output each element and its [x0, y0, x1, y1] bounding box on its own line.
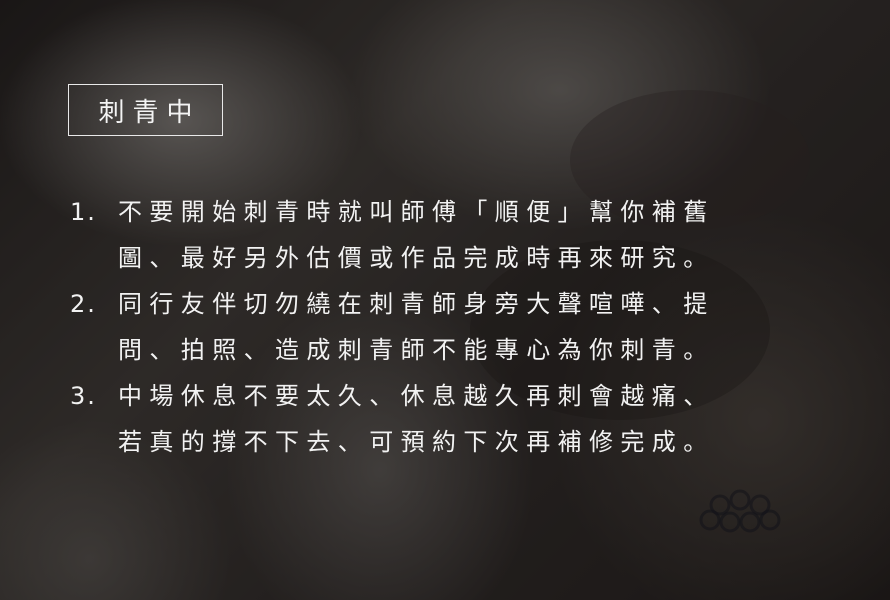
list-item: 2. 同行友伴切勿繞在刺青師身旁大聲喧嘩、提 問、拍照、造成刺青師不能專心為你刺… — [70, 281, 870, 373]
item-line: 若真的撐不下去、可預約下次再補修完成。 — [118, 428, 715, 456]
item-text: 同行友伴切勿繞在刺青師身旁大聲喧嘩、提 問、拍照、造成刺青師不能專心為你刺青。 — [118, 281, 870, 373]
item-text: 不要開始刺青時就叫師傅「順便」幫你補舊 圖、最好另外估價或作品完成時再來研究。 — [118, 189, 870, 281]
tips-list: 1. 不要開始刺青時就叫師傅「順便」幫你補舊 圖、最好另外估價或作品完成時再來研… — [70, 189, 870, 465]
item-line: 同行友伴切勿繞在刺青師身旁大聲喧嘩、提 — [118, 290, 715, 318]
item-number: 2. — [70, 290, 97, 318]
item-line: 問、拍照、造成刺青師不能專心為你刺青。 — [118, 336, 715, 364]
item-text: 中場休息不要太久、休息越久再刺會越痛、 若真的撐不下去、可預約下次再補修完成。 — [118, 373, 870, 465]
tag-label: 刺青中 — [98, 97, 201, 128]
item-number: 3. — [70, 382, 97, 410]
section-tag: 刺青中 — [68, 84, 223, 136]
list-item: 1. 不要開始刺青時就叫師傅「順便」幫你補舊 圖、最好另外估價或作品完成時再來研… — [70, 189, 870, 281]
item-line: 圖、最好另外估價或作品完成時再來研究。 — [118, 244, 715, 272]
list-item: 3. 中場休息不要太久、休息越久再刺會越痛、 若真的撐不下去、可預約下次再補修完… — [70, 373, 870, 465]
tattoo-photo-background: 刺青中 1. 不要開始刺青時就叫師傅「順便」幫你補舊 圖、最好另外估價或作品完成… — [0, 0, 890, 600]
item-line: 中場休息不要太久、休息越久再刺會越痛、 — [118, 382, 715, 410]
item-line: 不要開始刺青時就叫師傅「順便」幫你補舊 — [118, 198, 715, 226]
item-number: 1. — [70, 198, 97, 226]
